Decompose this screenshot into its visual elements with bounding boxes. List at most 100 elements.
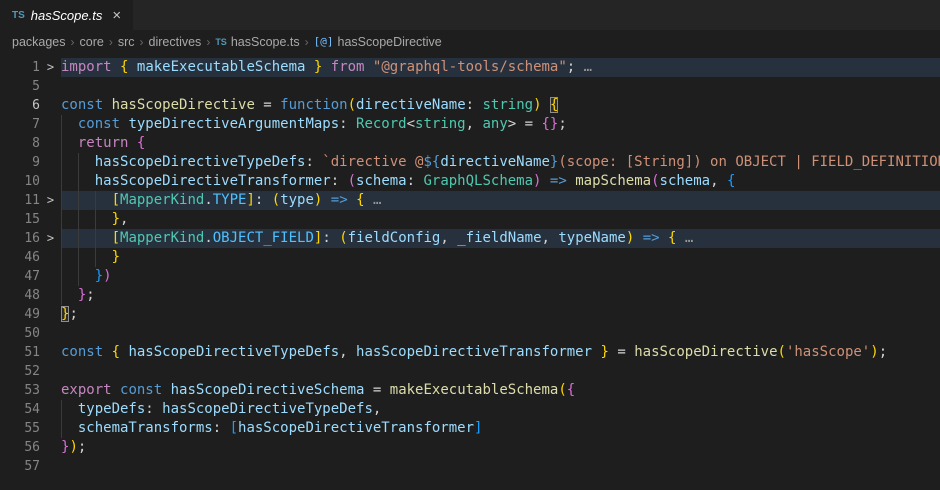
code-line-text[interactable]: hasScopeDirectiveTransformer: (schema: G… (61, 172, 940, 191)
code-line[interactable]: 10 hasScopeDirectiveTransformer: (schema… (0, 172, 940, 191)
line-number[interactable]: 53 (0, 381, 40, 400)
breadcrumb-item-hasscope-ts[interactable]: TShasScope.ts (215, 35, 299, 49)
code-line-text[interactable]: } (61, 248, 940, 267)
line-number[interactable]: 46 (0, 248, 40, 267)
code-line[interactable]: 55 schemaTransforms: [hasScopeDirectiveT… (0, 419, 940, 438)
line-number[interactable]: 54 (0, 400, 40, 419)
code-line-text[interactable]: }) (61, 267, 940, 286)
line-number[interactable]: 7 (0, 115, 40, 134)
code-line[interactable]: 50 (0, 324, 940, 343)
code-token: , (120, 211, 128, 227)
code-line-text[interactable] (61, 324, 940, 343)
code-line[interactable]: 52 (0, 362, 940, 381)
code-line[interactable]: 9 hasScopeDirectiveTypeDefs: `directive … (0, 153, 940, 172)
line-number[interactable]: 1 (0, 58, 40, 77)
code-token: = (364, 382, 389, 398)
line-number[interactable]: 50 (0, 324, 40, 343)
line-number[interactable]: 6 (0, 96, 40, 115)
code-line[interactable]: 57 (0, 457, 940, 476)
code-line[interactable]: 53 export const hasScopeDirectiveSchema =… (0, 381, 940, 400)
code-editor[interactable]: 1 > import { makeExecutableSchema } from "… (0, 53, 940, 476)
code-line-text[interactable]: typeDefs: hasScopeDirectiveTypeDefs, (61, 400, 940, 419)
code-token: 'hasScope' (786, 344, 870, 360)
code-line-text[interactable]: const typeDirectiveArgumentMaps: Record<… (61, 115, 940, 134)
code-line[interactable]: 1 > import { makeExecutableSchema } from "… (0, 58, 940, 77)
code-token: MapperKind (120, 230, 204, 246)
code-line-text[interactable]: }, (61, 210, 940, 229)
code-line-text[interactable] (61, 362, 940, 381)
line-number[interactable]: 48 (0, 286, 40, 305)
code-line-text[interactable]: [MapperKind.OBJECT_FIELD]: (fieldConfig,… (61, 229, 940, 248)
code-line[interactable]: 6 const hasScopeDirective = function(dire… (0, 96, 940, 115)
line-number[interactable]: 56 (0, 438, 40, 457)
fold-column (40, 381, 61, 400)
line-number[interactable]: 52 (0, 362, 40, 381)
code-line[interactable]: 49}; (0, 305, 940, 324)
code-line-text[interactable] (61, 457, 940, 476)
indent-guide (78, 191, 79, 210)
breadcrumb-item-directives[interactable]: directives (149, 35, 202, 49)
breadcrumb-item-hasscopedirective[interactable]: [@]hasScopeDirective (314, 35, 442, 49)
breadcrumb-label: directives (149, 35, 202, 49)
breadcrumb-separator: › (135, 35, 149, 49)
code-line[interactable]: 46 } (0, 248, 940, 267)
line-number[interactable]: 11 (0, 191, 40, 210)
code-line-text[interactable]: hasScopeDirectiveTypeDefs: `directive @$… (61, 153, 940, 172)
line-number[interactable]: 16 (0, 229, 40, 248)
code-line[interactable]: 16 > [MapperKind.OBJECT_FIELD]: (fieldCon… (0, 229, 940, 248)
code-line-text[interactable]: }; (61, 305, 940, 324)
code-token: , (440, 230, 457, 246)
code-token: function (280, 97, 347, 113)
code-line-text[interactable] (61, 77, 940, 96)
code-line-text[interactable]: [MapperKind.TYPE]: (type) => { … (61, 191, 940, 210)
line-number[interactable]: 47 (0, 267, 40, 286)
breadcrumb-item-core[interactable]: core (80, 35, 104, 49)
code-line[interactable]: 7 const typeDirectiveArgumentMaps: Recor… (0, 115, 940, 134)
code-line[interactable]: 56}); (0, 438, 940, 457)
code-token: ; (879, 344, 887, 360)
code-line[interactable]: 48 }; (0, 286, 940, 305)
close-tab-icon[interactable]: × (112, 8, 121, 23)
code-line[interactable]: 11 > [MapperKind.TYPE]: (type) => { … (0, 191, 940, 210)
code-line-text[interactable]: const { hasScopeDirectiveTypeDefs, hasSc… (61, 343, 940, 362)
line-number[interactable]: 57 (0, 457, 40, 476)
code-token (305, 59, 313, 75)
code-token (567, 173, 575, 189)
code-token: hasScopeDirectiveTypeDefs (162, 401, 373, 417)
code-line[interactable]: 8 return { (0, 134, 940, 153)
code-line[interactable]: 54 typeDefs: hasScopeDirectiveTypeDefs, (0, 400, 940, 419)
line-number[interactable]: 5 (0, 77, 40, 96)
code-line-text[interactable]: import { makeExecutableSchema } from "@g… (61, 58, 940, 77)
code-line[interactable]: 51 const { hasScopeDirectiveTypeDefs, has… (0, 343, 940, 362)
code-token (61, 211, 112, 227)
code-line-text[interactable]: }; (61, 286, 940, 305)
code-line[interactable]: 47 }) (0, 267, 940, 286)
code-token: TYPE (213, 192, 247, 208)
line-number[interactable]: 49 (0, 305, 40, 324)
code-line[interactable]: 5 (0, 77, 940, 96)
fold-column (40, 248, 61, 267)
line-number[interactable]: 55 (0, 419, 40, 438)
fold-chevron-icon[interactable]: > (47, 193, 54, 207)
code-token: ] (246, 192, 254, 208)
fold-chevron-icon[interactable]: > (47, 231, 54, 245)
line-number[interactable]: 15 (0, 210, 40, 229)
code-line-text[interactable]: export const hasScopeDirectiveSchema = m… (61, 381, 940, 400)
breadcrumb-item-src[interactable]: src (118, 35, 135, 49)
code-line-text[interactable]: return { (61, 134, 940, 153)
indent-guide (78, 229, 79, 248)
fold-chevron-icon[interactable]: > (47, 60, 54, 74)
code-line-text[interactable]: schemaTransforms: [hasScopeDirectiveTran… (61, 419, 940, 438)
line-number[interactable]: 10 (0, 172, 40, 191)
code-token: : (213, 420, 230, 436)
code-line-text[interactable]: const hasScopeDirective = function(direc… (61, 96, 940, 115)
code-line[interactable]: 15 }, (0, 210, 940, 229)
line-number[interactable]: 8 (0, 134, 40, 153)
fold-column (40, 210, 61, 229)
line-number[interactable]: 51 (0, 343, 40, 362)
line-number[interactable]: 9 (0, 153, 40, 172)
code-line-text[interactable]: }); (61, 438, 940, 457)
code-token: } (95, 268, 103, 284)
tab-hasscope[interactable]: TS hasScope.ts × (0, 0, 133, 30)
breadcrumb-item-packages[interactable]: packages (12, 35, 66, 49)
